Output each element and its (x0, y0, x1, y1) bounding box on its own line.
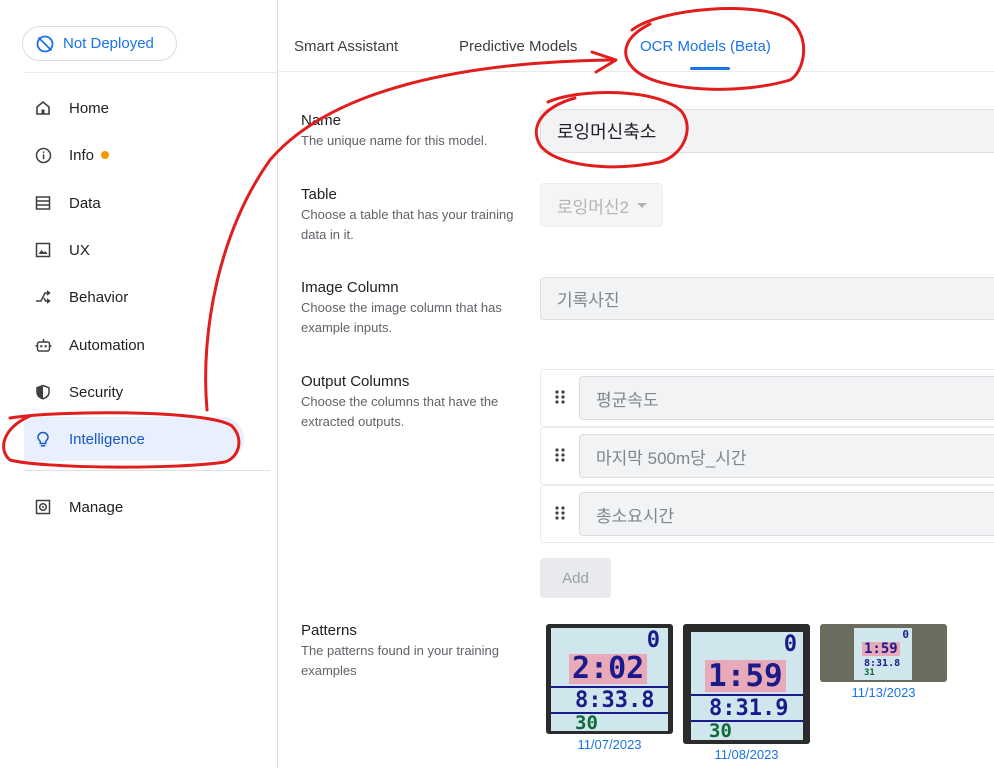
sidebar-item-label: Manage (69, 498, 124, 516)
lcd-rate: 30 (575, 712, 598, 734)
tab-smart-assistant[interactable]: Smart Assistant (294, 38, 398, 55)
output-column-row: 평균속도 (540, 369, 994, 427)
sidebar-item-label: Automation (69, 336, 145, 354)
image-column-select[interactable]: 기록사진 (540, 277, 994, 320)
sidebar-item-label: Home (69, 99, 110, 117)
sidebar-item-ux[interactable]: UX (24, 228, 244, 272)
lcd-display: 0 2:02 8:33.8 30 (551, 628, 668, 734)
model-tabs: Smart Assistant Predictive Models OCR Mo… (278, 0, 994, 72)
chevron-down-icon (637, 202, 648, 208)
lcd-distance: 0 (646, 628, 660, 653)
pattern-thumbnail[interactable]: 0 1:59 8:31.9 30 (683, 624, 810, 744)
drag-handle-icon[interactable] (553, 389, 567, 405)
sidebar-item-label: Info (69, 146, 95, 164)
tab-ocr-models[interactable]: OCR Models (Beta) (640, 38, 771, 55)
lcd-time: 8:31.9 (709, 696, 789, 721)
data-icon (34, 194, 52, 212)
lcd-separator (691, 720, 803, 722)
lcd-separator (551, 712, 668, 714)
lcd-rate: 30 (709, 720, 732, 742)
image-column-description: Choose the image column that has example… (301, 300, 502, 335)
output-column-input[interactable]: 총소요시간 (579, 492, 994, 536)
sidebar: Not Deployed Home Info Data UX Behavior (0, 0, 278, 768)
pattern-date: 11/08/2023 (714, 747, 779, 762)
info-badge-dot (101, 151, 110, 159)
cloud-off-icon (36, 35, 54, 52)
patterns-label: Patterns (301, 622, 357, 639)
name-label: Name (301, 112, 342, 129)
shuffle-icon (34, 288, 52, 306)
shield-icon (34, 383, 52, 401)
sidebar-item-behavior[interactable]: Behavior (24, 275, 244, 319)
sidebar-item-automation[interactable]: Automation (24, 323, 244, 367)
pattern-thumbnail[interactable]: 0 1:59 8:31.8 31 (820, 624, 947, 682)
lcd-split: 1:59 (862, 641, 900, 657)
deploy-status-button[interactable]: Not Deployed (22, 26, 177, 61)
output-column-row: 마지막 500m당_시간 (540, 427, 994, 485)
tab-predictive-models[interactable]: Predictive Models (459, 38, 577, 55)
output-column-input[interactable]: 평균속도 (579, 376, 994, 420)
table-description: Choose a table that has your training da… (301, 207, 514, 242)
robot-icon (34, 336, 52, 354)
lcd-split: 1:59 (705, 660, 786, 692)
pattern-thumbnail[interactable]: 0 2:02 8:33.8 30 (546, 624, 673, 734)
name-description: The unique name for this model. (301, 133, 488, 148)
table-label: Table (301, 186, 337, 203)
sidebar-item-label: UX (69, 241, 90, 259)
table-select[interactable]: 로잉머신2 (540, 183, 663, 227)
sidebar-item-label: Behavior (69, 288, 129, 306)
lcd-rate: 31 (864, 668, 875, 678)
output-columns-label: Output Columns (301, 373, 410, 390)
pattern-date: 11/13/2023 (851, 685, 916, 700)
table-select-value: 로잉머신2 (557, 197, 630, 217)
pattern-date: 11/07/2023 (577, 737, 642, 752)
drag-handle-icon[interactable] (553, 505, 567, 521)
lcd-display: 0 1:59 8:31.8 31 (854, 628, 912, 680)
sidebar-item-security[interactable]: Security (24, 370, 244, 414)
output-columns-description: Choose the columns that have the extract… (301, 394, 499, 429)
active-tab-indicator (690, 67, 730, 70)
deploy-status-label: Not Deployed (63, 35, 154, 52)
sidebar-item-label: Data (69, 194, 101, 212)
lcd-distance: 0 (783, 632, 797, 657)
sidebar-item-info[interactable]: Info (24, 133, 244, 177)
sidebar-item-label: Intelligence (69, 430, 145, 448)
image-icon (34, 241, 52, 259)
info-icon (34, 146, 52, 164)
add-output-column-button[interactable]: Add (540, 558, 611, 598)
lcd-display: 0 1:59 8:31.9 30 (691, 632, 803, 742)
patterns-description: The patterns found in your training exam… (301, 643, 500, 678)
output-column-input[interactable]: 마지막 500m당_시간 (579, 434, 994, 478)
gear-icon (34, 498, 52, 516)
sidebar-item-intelligence[interactable]: Intelligence (24, 417, 244, 461)
lcd-distance: 0 (902, 628, 909, 641)
sidebar-item-manage[interactable]: Manage (24, 485, 244, 529)
lightbulb-icon (34, 430, 52, 448)
output-column-row: 총소요시간 (540, 485, 994, 543)
lcd-split: 2:02 (569, 654, 648, 684)
sidebar-divider (24, 72, 277, 73)
drag-handle-icon[interactable] (553, 447, 567, 463)
sidebar-item-label: Security (69, 383, 124, 401)
image-column-label: Image Column (301, 279, 399, 296)
name-input[interactable]: 로잉머신축소 (540, 109, 994, 153)
sidebar-divider (24, 470, 270, 471)
sidebar-item-home[interactable]: Home (24, 86, 244, 130)
lcd-time: 8:33.8 (575, 688, 655, 713)
sidebar-item-data[interactable]: Data (24, 181, 244, 225)
home-icon (34, 99, 52, 117)
